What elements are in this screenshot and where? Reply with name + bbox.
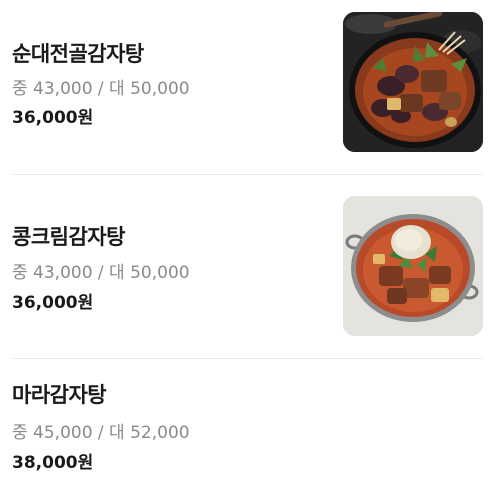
menu-item-price: 36,000원 (12, 108, 94, 128)
menu-item[interactable]: 순대전골감자탕 중 43,000 / 대 50,000 36,000원 (0, 0, 495, 174)
menu-list: 순대전골감자탕 중 43,000 / 대 50,000 36,000원 콩크림감… (0, 0, 495, 478)
menu-item-name: 순대전골감자탕 (12, 42, 144, 66)
menu-item-price: 38,000원 (12, 453, 94, 473)
menu-item-size-prices: 중 45,000 / 대 52,000 (12, 423, 190, 443)
menu-item-size-prices: 중 43,000 / 대 50,000 (12, 263, 190, 283)
menu-item[interactable]: 콩크림감자탕 중 43,000 / 대 50,000 36,000원 (0, 175, 495, 358)
kong-cream-gamjatang-photo (343, 196, 483, 336)
menu-item-name: 콩크림감자탕 (12, 225, 125, 249)
menu-item[interactable]: 마라감자탕 중 45,000 / 대 52,000 38,000원 (0, 359, 495, 478)
menu-item-size-prices: 중 43,000 / 대 50,000 (12, 79, 190, 99)
menu-item-photo[interactable] (343, 12, 483, 152)
menu-item-photo[interactable] (343, 196, 483, 336)
menu-item-name: 마라감자탕 (12, 383, 107, 407)
menu-item-price: 36,000원 (12, 293, 94, 313)
sundae-jeongol-gamjatang-photo (343, 12, 483, 152)
